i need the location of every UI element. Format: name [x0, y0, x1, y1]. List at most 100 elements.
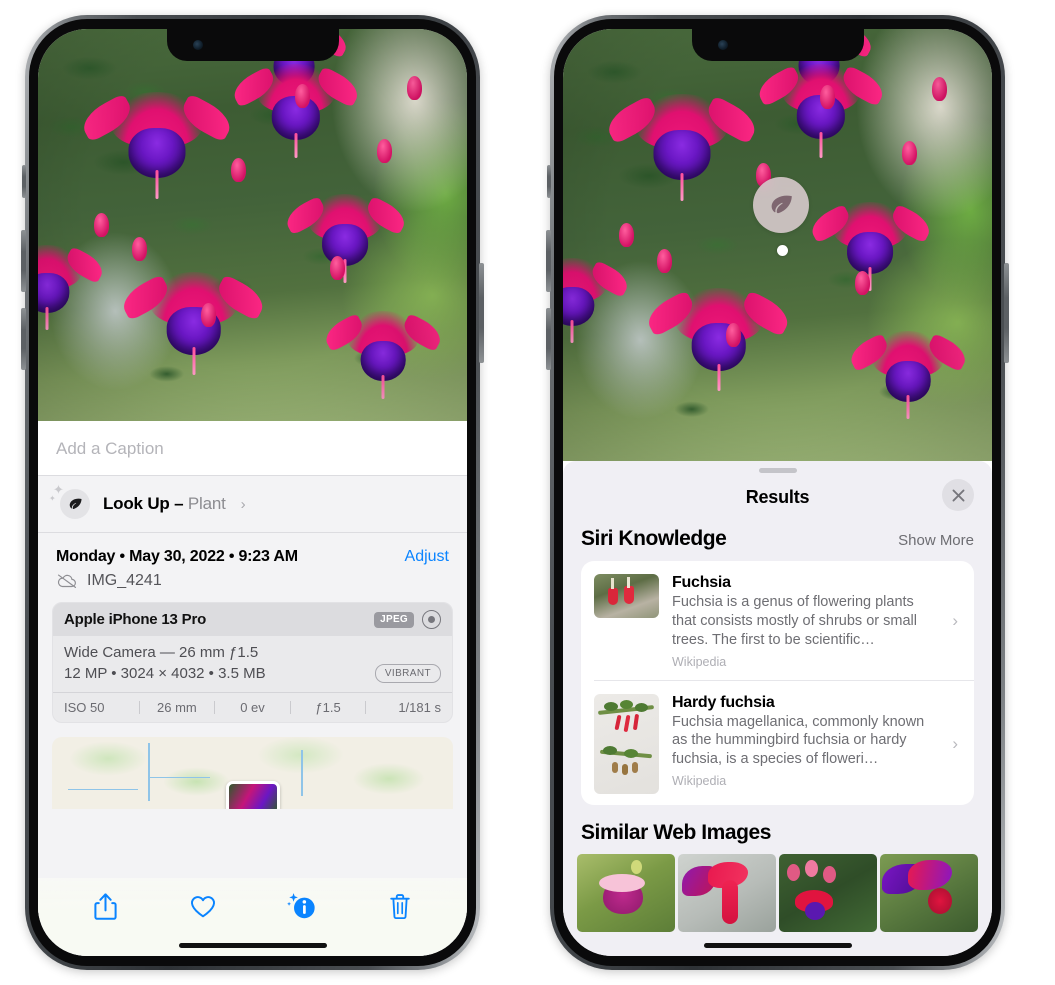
similar-image-4[interactable]: [880, 853, 978, 932]
similar-image-3[interactable]: [779, 853, 877, 932]
results-header: Results: [563, 473, 992, 521]
power-button[interactable]: [1004, 263, 1009, 363]
screen-left: Add a Caption ✦ ✦ Look Up – Plant › Mond…: [38, 29, 467, 956]
visual-lookup-anchor-dot: [777, 245, 788, 256]
knowledge-body: Fuchsia Fuchsia is a genus of flowering …: [672, 574, 939, 669]
leaf-icon: [60, 489, 90, 519]
caption-placeholder[interactable]: Add a Caption: [56, 439, 449, 459]
knowledge-thumbnail: [594, 574, 659, 618]
exif-focal: 26 mm: [157, 700, 197, 715]
knowledge-body: Hardy fuchsia Fuchsia magellanica, commo…: [672, 694, 939, 789]
favorite-button[interactable]: [181, 886, 225, 926]
volume-down-button[interactable]: [546, 308, 551, 370]
mute-switch[interactable]: [547, 165, 551, 198]
heart-icon: [191, 896, 216, 918]
photo-vignette: [38, 29, 467, 421]
knowledge-item-fuchsia[interactable]: Fuchsia Fuchsia is a genus of flowering …: [581, 561, 974, 680]
photo-viewer-left[interactable]: [38, 29, 467, 421]
photo-vignette: [563, 29, 992, 461]
iphone-device-left: Add a Caption ✦ ✦ Look Up – Plant › Mond…: [21, 15, 484, 970]
cloud-slash-icon: [57, 574, 77, 588]
photo-date-row: Monday • May 30, 2022 • 9:23 AM Adjust: [38, 533, 467, 570]
notch-right: [691, 29, 864, 61]
similar-image-2[interactable]: [678, 853, 776, 932]
photo-date: Monday • May 30, 2022 • 9:23 AM: [56, 548, 298, 565]
results-sheet: Results Siri Knowledge Show More Fuchsia…: [563, 461, 992, 956]
knowledge-description: Fuchsia is a genus of flowering plants t…: [672, 594, 917, 648]
camera-info-card: Apple iPhone 13 Pro JPEG Wide Camera — 2…: [52, 602, 453, 723]
siri-knowledge-card: Fuchsia Fuchsia is a genus of flowering …: [581, 561, 974, 805]
camera-body: Wide Camera — 26 mm ƒ1.5 12 MP • 3024 × …: [53, 636, 452, 692]
exif-row: ISO 50 26 mm 0 ev ƒ1.5 1/181 s: [53, 692, 452, 722]
siri-knowledge-title: Siri Knowledge: [581, 527, 727, 550]
similar-image-1[interactable]: [577, 853, 675, 932]
iphone-device-right: Results Siri Knowledge Show More Fuchsia…: [546, 15, 1009, 970]
location-map[interactable]: [52, 737, 453, 809]
info-button[interactable]: [280, 886, 324, 926]
share-button[interactable]: [83, 886, 127, 926]
camera-header: Apple iPhone 13 Pro JPEG: [53, 603, 452, 636]
knowledge-title: Hardy fuchsia: [672, 693, 775, 711]
mute-switch[interactable]: [22, 165, 26, 198]
device-bezel-right: Results Siri Knowledge Show More Fuchsia…: [554, 19, 1001, 966]
look-up-subject: Plant: [187, 494, 226, 513]
front-camera-icon: [192, 40, 203, 50]
knowledge-title: Fuchsia: [672, 574, 731, 591]
screen-right: Results Siri Knowledge Show More Fuchsia…: [563, 29, 992, 956]
knowledge-item-hardy-fuchsia[interactable]: Hardy fuchsia Fuchsia magellanica, commo…: [594, 679, 974, 805]
map-photo-pin[interactable]: [225, 781, 280, 809]
knowledge-source: Wikipedia: [672, 654, 727, 669]
exif-iso: ISO 50: [64, 700, 105, 715]
trash-icon: [390, 893, 410, 919]
chevron-right-icon: ›: [952, 611, 958, 631]
volume-up-button[interactable]: [546, 230, 551, 292]
home-indicator-left[interactable]: [178, 943, 327, 948]
leaf-icon: [771, 195, 792, 213]
sparkle-icon-small: ✦: [49, 494, 56, 503]
exif-aperture: ƒ1.5: [315, 700, 341, 715]
home-indicator-right[interactable]: [703, 943, 852, 948]
show-more-button[interactable]: Show More: [898, 532, 974, 549]
camera-lens: Wide Camera — 26 mm ƒ1.5: [64, 644, 259, 661]
screenshot-stage: Add a Caption ✦ ✦ Look Up – Plant › Mond…: [0, 0, 1055, 985]
volume-down-button[interactable]: [21, 308, 26, 370]
close-icon: [952, 489, 964, 501]
power-button[interactable]: [479, 263, 484, 363]
look-up-icon-wrap: ✦ ✦: [49, 483, 90, 519]
camera-model: Apple iPhone 13 Pro: [64, 611, 207, 628]
similar-web-images-strip[interactable]: [563, 853, 992, 932]
notch-left: [166, 29, 339, 61]
front-camera-icon: [717, 40, 728, 50]
raw-ring-icon: [422, 610, 441, 629]
share-icon: [94, 892, 117, 920]
visual-lookup-leaf-badge[interactable]: [753, 177, 809, 233]
knowledge-description: Fuchsia magellanica, commonly known as t…: [672, 713, 925, 768]
photographic-style-badge: VIBRANT: [374, 664, 441, 683]
device-bezel-left: Add a Caption ✦ ✦ Look Up – Plant › Mond…: [29, 19, 476, 966]
delete-button[interactable]: [378, 886, 422, 926]
siri-knowledge-header: Siri Knowledge Show More: [563, 521, 992, 561]
knowledge-thumbnail: [594, 693, 659, 794]
file-name: IMG_4241: [87, 572, 162, 589]
results-title: Results: [745, 486, 810, 507]
camera-dimensions-row: 12 MP • 3024 × 4032 • 3.5 MB VIBRANT: [64, 664, 441, 683]
similar-web-images-title: Similar Web Images: [581, 820, 771, 844]
chevron-right-icon: ›: [952, 733, 958, 753]
volume-up-button[interactable]: [21, 230, 26, 292]
file-name-row: IMG_4241: [38, 570, 467, 602]
caption-field-row[interactable]: Add a Caption: [38, 421, 467, 476]
chevron-right-icon: ›: [240, 495, 246, 513]
info-sparkle-icon: [286, 893, 315, 919]
photo-info-sheet: Add a Caption ✦ ✦ Look Up – Plant › Mond…: [38, 421, 467, 956]
knowledge-source: Wikipedia: [672, 774, 727, 789]
look-up-prefix: Look Up –: [103, 494, 188, 513]
camera-dimensions: 12 MP • 3024 × 4032 • 3.5 MB: [64, 665, 266, 682]
photo-viewer-right[interactable]: [563, 29, 992, 461]
look-up-row[interactable]: ✦ ✦ Look Up – Plant ›: [38, 476, 467, 533]
exif-ev: 0 ev: [240, 700, 265, 715]
format-badge: JPEG: [374, 611, 414, 628]
adjust-button[interactable]: Adjust: [405, 548, 449, 566]
look-up-label: Look Up – Plant: [103, 494, 226, 514]
close-button[interactable]: [942, 479, 974, 511]
exif-shutter: 1/181 s: [398, 700, 441, 715]
